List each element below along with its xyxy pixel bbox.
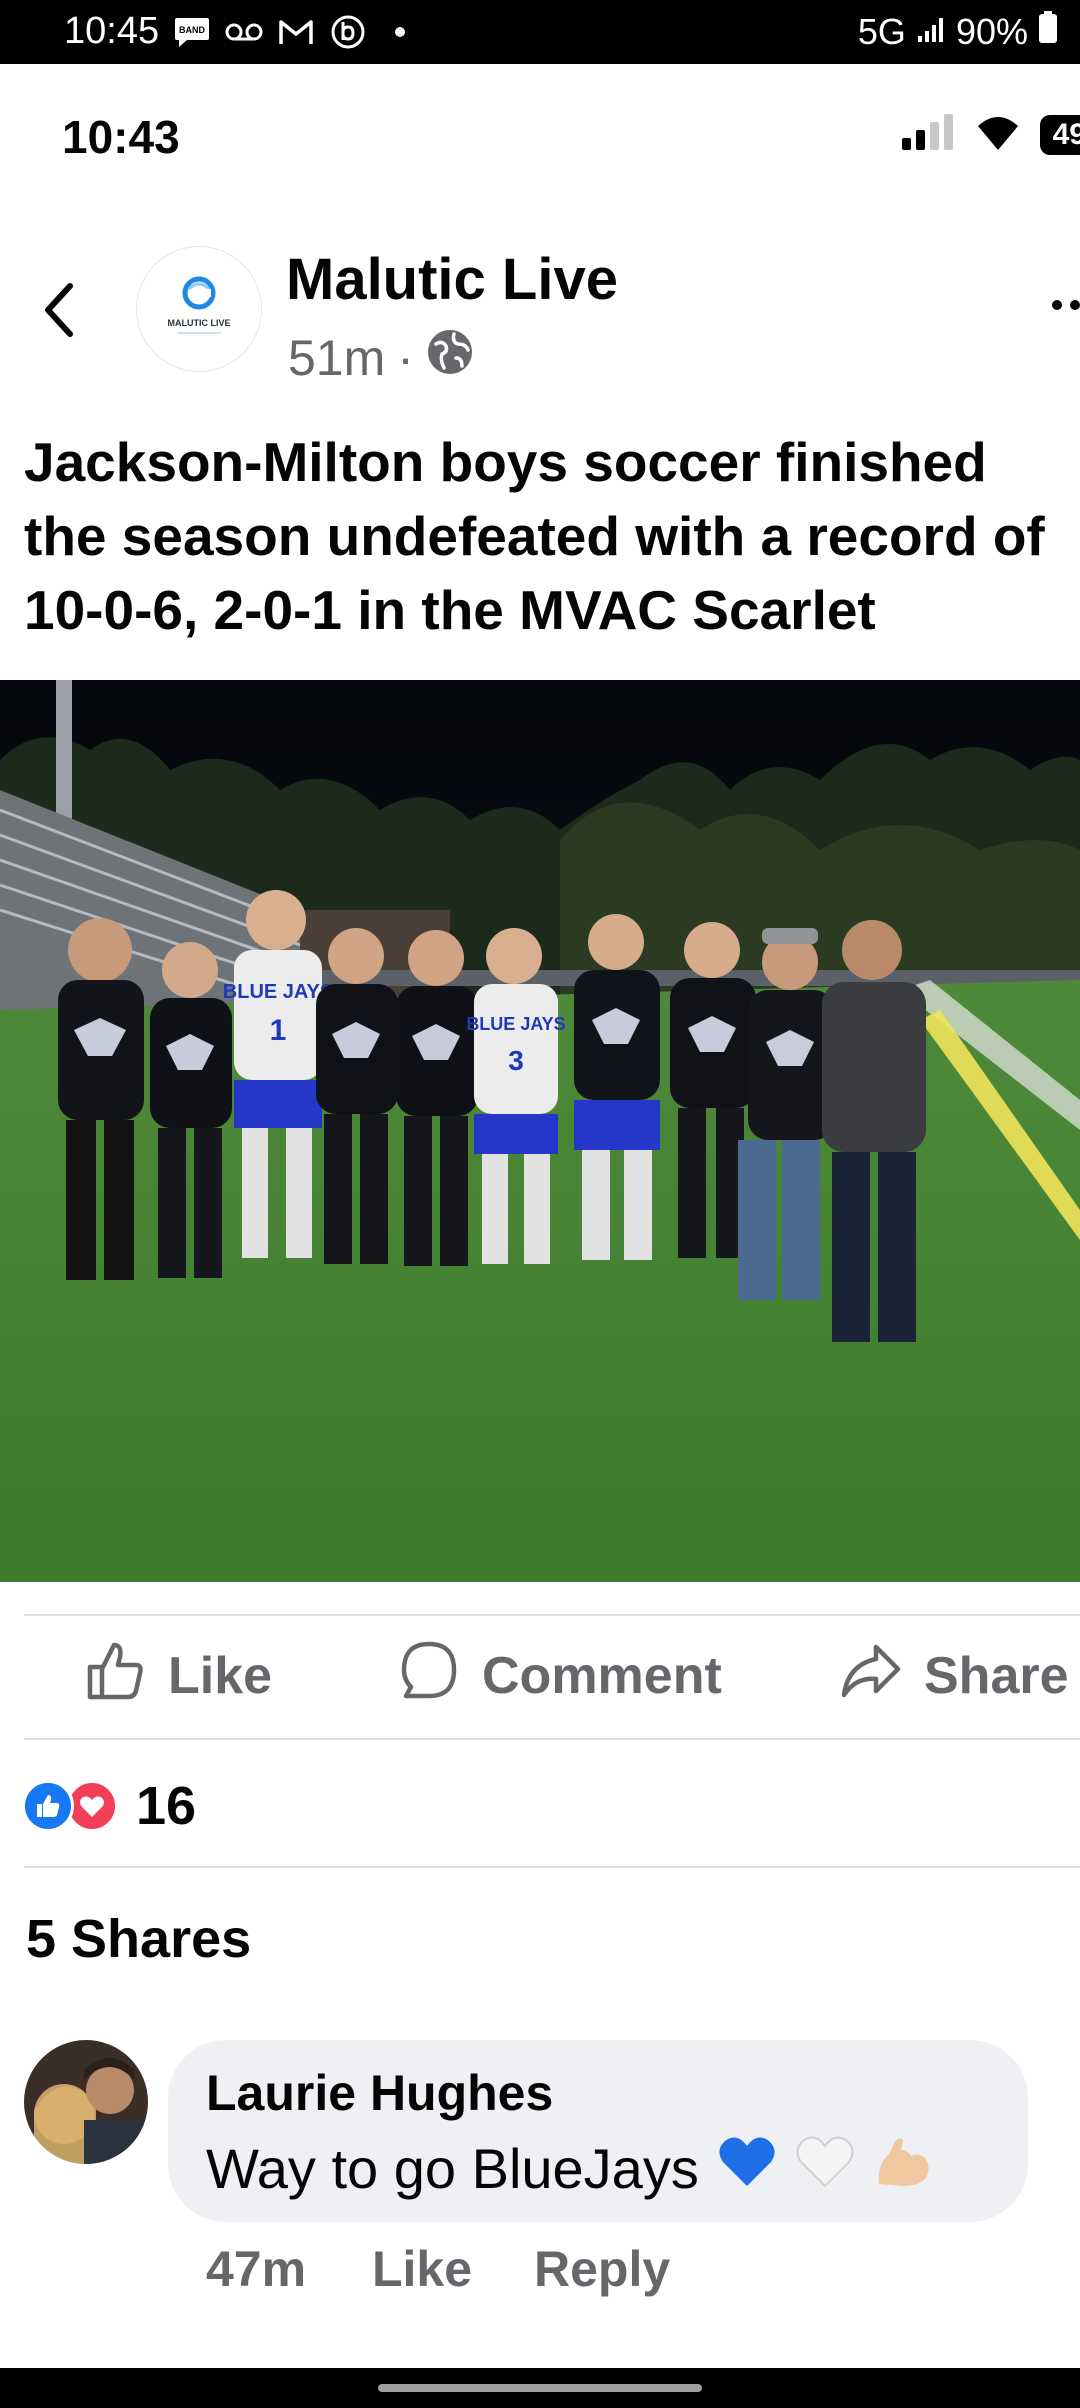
post-author[interactable]: Malutic Live: [286, 246, 618, 313]
like-button[interactable]: Like: [84, 1640, 272, 1712]
post-photo[interactable]: BLUE JAYS 1 BLUE JAYS 3: [0, 680, 1080, 1582]
status-right: 5G 90%: [858, 10, 1058, 53]
network-type: 5G: [857, 10, 906, 52]
comment-reply-button[interactable]: Reply: [534, 2240, 670, 2298]
like-icon: [84, 1639, 146, 1714]
cell-signal-icon: [900, 112, 956, 157]
jersey-number-2: 3: [508, 1045, 524, 1076]
jersey-number-1: 1: [270, 1014, 287, 1047]
status-time: 10:45: [64, 10, 160, 52]
reactions-summary[interactable]: 16: [22, 1775, 196, 1837]
share-icon: [840, 1639, 902, 1714]
system-status-bar: 10:45 BAND 5G 90%: [0, 0, 1080, 64]
comment-like-button[interactable]: Like: [372, 2240, 472, 2298]
page-avatar[interactable]: MALUTIC LIVE: [136, 246, 262, 372]
like-reaction-icon: [22, 1780, 74, 1832]
wifi-icon: [974, 112, 1022, 157]
share-button[interactable]: Share: [840, 1640, 1069, 1712]
post-text: Jackson-Milton boys soccer finished the …: [24, 431, 1045, 641]
comment-icon: [398, 1639, 460, 1714]
inner-status-time: 10:43: [62, 111, 180, 163]
post-time[interactable]: 51m: [288, 329, 385, 387]
comment-time: 47m: [206, 2241, 307, 2297]
reaction-count: 16: [136, 1776, 197, 1836]
divider-middle: [24, 1738, 1080, 1740]
voicemail-icon: [224, 14, 264, 50]
comment-text: Way to go BlueJays: [206, 2137, 699, 2200]
commenter-avatar[interactable]: [24, 2040, 148, 2164]
white-heart-icon: [795, 2134, 855, 2203]
back-icon[interactable]: [40, 280, 76, 340]
globe-icon: [426, 328, 474, 388]
jersey-text-2: BLUE JAYS: [466, 1014, 565, 1034]
blue-heart-icon: [717, 2134, 777, 2203]
comment-text-row: Way to go BlueJays: [206, 2134, 933, 2203]
comment-button[interactable]: Comment: [398, 1640, 722, 1712]
like-label: Like: [168, 1647, 273, 1705]
home-gesture-handle[interactable]: [378, 2384, 702, 2392]
more-options-icon[interactable]: [1052, 300, 1080, 310]
post-meta: 51m ·: [288, 328, 474, 388]
b-app-icon: [328, 14, 368, 50]
divider-top: [24, 1614, 1080, 1616]
notification-icons: BAND: [172, 14, 420, 50]
divider-bottom: [24, 1866, 1080, 1868]
dot-icon: [380, 14, 420, 50]
band-icon: BAND: [172, 14, 212, 50]
commenter-name[interactable]: Laurie Hughes: [206, 2064, 553, 2122]
share-label: Share: [924, 1647, 1069, 1705]
page-logo-text: MALUTIC LIVE: [168, 318, 231, 328]
inner-battery: 49: [1040, 114, 1080, 155]
battery-percent: 90%: [955, 10, 1028, 52]
flexed-biceps-icon: [873, 2134, 933, 2203]
meta-separator: ·: [397, 330, 414, 386]
battery-icon: [1038, 10, 1058, 53]
shares-count[interactable]: 5 Shares: [26, 1908, 251, 1970]
comment-label: Comment: [482, 1647, 722, 1705]
signal-icon: [916, 11, 946, 53]
gmail-icon: [276, 14, 316, 50]
band-badge-text: BAND: [179, 25, 205, 35]
inner-status-icons: 49: [900, 112, 1080, 157]
